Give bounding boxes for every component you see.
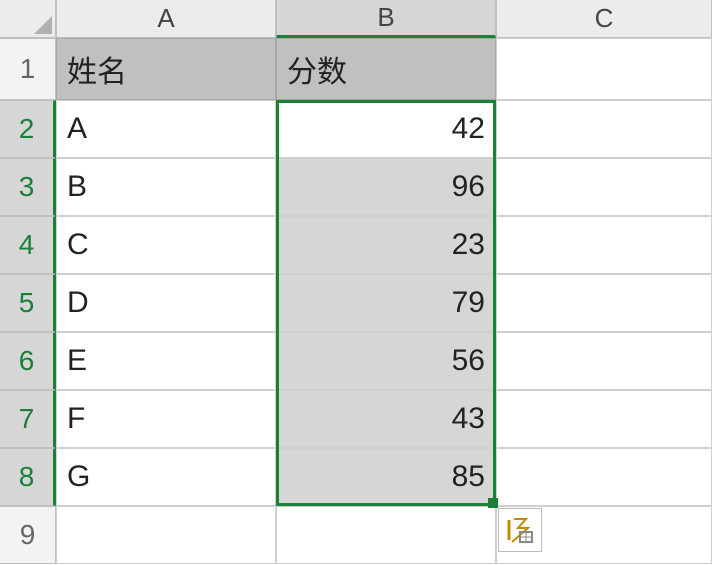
cell-A4[interactable]: C [56,216,276,274]
cell-A2[interactable]: A [56,100,276,158]
row-header-6[interactable]: 6 [0,332,56,390]
cell-A9[interactable] [56,506,276,564]
cell-C5[interactable] [496,274,712,332]
select-all-corner[interactable] [0,0,56,38]
col-header-B[interactable]: B [276,0,496,38]
row-header-1[interactable]: 1 [0,38,56,100]
cell-C4[interactable] [496,216,712,274]
row-header-9[interactable]: 9 [0,506,56,564]
row-header-5[interactable]: 5 [0,274,56,332]
cell-A6[interactable]: E [56,332,276,390]
cell-B2[interactable]: 42 [276,100,496,158]
quick-analysis-button[interactable] [498,508,542,552]
cell-B4[interactable]: 23 [276,216,496,274]
col-header-C[interactable]: C [496,0,712,38]
cell-C8[interactable] [496,448,712,506]
cell-A8[interactable]: G [56,448,276,506]
row-header-2[interactable]: 2 [0,100,56,158]
row-header-4[interactable]: 4 [0,216,56,274]
cell-A7[interactable]: F [56,390,276,448]
cell-B9[interactable] [276,506,496,564]
cell-C2[interactable] [496,100,712,158]
cell-B6[interactable]: 56 [276,332,496,390]
cell-A3[interactable]: B [56,158,276,216]
cell-B7[interactable]: 43 [276,390,496,448]
cell-C7[interactable] [496,390,712,448]
cell-C1[interactable] [496,38,712,100]
cell-A5[interactable]: D [56,274,276,332]
spreadsheet-grid[interactable]: A B C 1 2 3 4 5 6 7 8 9 姓名 分数 A B C D E … [0,0,712,565]
cell-B3[interactable]: 96 [276,158,496,216]
quick-analysis-icon [506,516,534,544]
cell-C3[interactable] [496,158,712,216]
col-header-A[interactable]: A [56,0,276,38]
row-header-3[interactable]: 3 [0,158,56,216]
row-header-8[interactable]: 8 [0,448,56,506]
cell-B5[interactable]: 79 [276,274,496,332]
cell-B1[interactable]: 分数 [276,38,496,100]
row-header-7[interactable]: 7 [0,390,56,448]
cell-B8[interactable]: 85 [276,448,496,506]
cell-C6[interactable] [496,332,712,390]
cell-A1[interactable]: 姓名 [56,38,276,100]
